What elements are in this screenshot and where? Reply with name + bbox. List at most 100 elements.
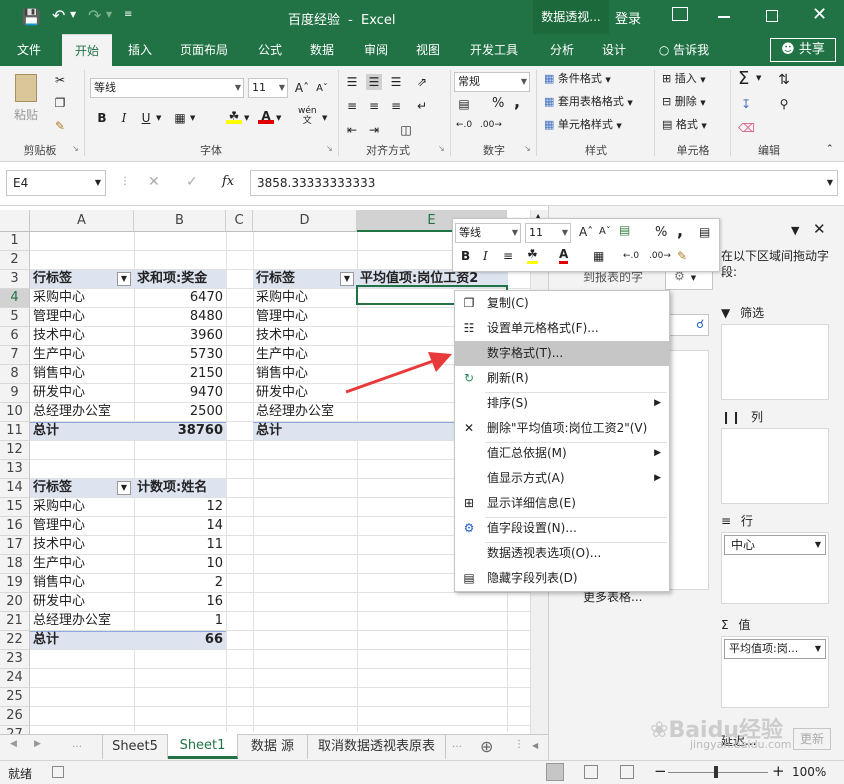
font-color-icon[interactable]: A [559,247,569,264]
pivot-value-cell[interactable]: 10 [134,555,226,574]
pivot-row-label[interactable]: 生产中心 [30,555,134,574]
pivot-value-cell[interactable]: 14 [134,517,226,536]
context-menu-item[interactable]: 值汇总依据(M) ▶ [455,441,669,466]
row-header[interactable]: 12 [0,441,30,460]
row-header[interactable]: 24 [0,669,30,688]
row-header[interactable]: 6 [0,327,30,346]
update-button[interactable]: 更新 [793,728,831,750]
autosum-icon[interactable]: Σ [738,68,749,89]
font-name-combo[interactable]: 等线 ▼ [90,78,244,98]
row-header[interactable]: 19 [0,574,30,593]
accounting-format-icon[interactable]: ▤ [619,223,630,237]
font-color-dropdown-icon[interactable]: ▼ [276,114,281,122]
align-center-icon[interactable]: ≡ [366,98,382,114]
pivot-total-label[interactable]: 总计 [30,631,134,650]
autosum-dropdown-icon[interactable]: ▼ [756,74,761,82]
phonetic-guide-button[interactable]: wén 文 [298,106,317,126]
italic-button[interactable]: I [116,110,132,126]
expand-formula-bar-icon[interactable]: ▼ [827,171,833,195]
column-header[interactable]: D [253,210,357,232]
row-header[interactable]: 11 [0,422,30,441]
number-launcher-icon[interactable]: ↘ [524,144,531,153]
comma-button[interactable]: , [514,92,520,111]
pivot-value-cell[interactable]: 2 [134,574,226,593]
number-format-combo[interactable]: 常规 ▼ [454,72,530,92]
pivot-total-value[interactable]: 38760 [134,422,226,441]
pivot-total-label[interactable]: 总计 [30,422,134,441]
row-header[interactable]: 3 [0,270,30,289]
sheet-tab-active[interactable]: Sheet1 [168,734,238,759]
increase-indent-icon[interactable]: ⇥ [366,122,382,138]
zoom-slider[interactable] [668,766,768,778]
zoom-out-icon[interactable]: − [654,762,667,780]
phonetic-dropdown-icon[interactable]: ▼ [322,114,327,122]
pivot-value-cell[interactable]: 12 [134,498,226,517]
conditional-formatting-button[interactable]: ▦ 条件格式 ▼ [544,70,611,89]
filters-drop-area[interactable] [721,324,829,400]
pivot-row-label[interactable]: 采购中心 [30,289,134,308]
font-size-combo[interactable]: 11 ▼ [248,78,288,98]
increase-decimal-icon[interactable]: ←.0 [456,120,472,130]
sheet-tab[interactable]: Sheet5 [102,735,168,759]
columns-drop-area[interactable] [721,428,829,504]
row-header[interactable]: 20 [0,593,30,612]
zoom-level[interactable]: 100% [792,765,826,779]
tab-developer[interactable]: 开发工具 [462,34,526,66]
find-select-icon[interactable]: ⚲ [776,96,792,112]
pivot-row-label[interactable]: 采购中心 [253,289,357,308]
pivot-value-cell[interactable]: 8480 [134,308,226,327]
pivot-row-label[interactable]: 技术中心 [30,536,134,555]
fill-down-icon[interactable]: ↧ [738,96,754,112]
more-sheets-icon[interactable]: … [452,739,462,750]
pivot-value-header[interactable]: 求和项:奖金 [134,270,226,289]
align-center-icon[interactable]: ≡ [503,249,513,263]
context-menu-item[interactable]: 数字格式(T)... [455,341,669,366]
tab-formulas[interactable]: 公式 [250,34,290,66]
row-header[interactable]: 1 [0,232,30,251]
context-menu-item[interactable]: ✕ 删除"平均值项:岗位工资2"(V) [455,416,669,441]
decrease-indent-icon[interactable]: ⇤ [344,122,360,138]
pivot-row-label[interactable]: 总经理办公室 [30,403,134,422]
column-header[interactable]: C [226,210,253,232]
delete-cells-button[interactable]: ⊟ 删除 ▼ [662,93,706,112]
ribbon-display-options-icon[interactable] [672,7,688,21]
insert-cells-button[interactable]: ⊞ 插入 ▼ [662,70,706,89]
filter-dropdown-icon[interactable]: ▼ [117,272,131,286]
context-menu-item[interactable]: 值显示方式(A) ▶ [455,466,669,491]
grow-font-icon[interactable]: Aˆ [294,80,310,96]
cancel-entry-icon[interactable]: ✕ [148,174,160,190]
pivot-value-cell[interactable]: 1 [134,612,226,631]
row-header[interactable]: 16 [0,517,30,536]
pivot-row-label[interactable]: 技术中心 [30,327,134,346]
mini-font-combo[interactable]: 等线 ▼ [455,223,521,243]
tab-data[interactable]: 数据 [302,34,342,66]
insert-function-icon[interactable]: fx [222,174,234,189]
pivot-row-label[interactable]: 总经理办公室 [30,612,134,631]
row-header[interactable]: 10 [0,403,30,422]
font-color-icon[interactable]: A [258,108,274,124]
pivot-total-label[interactable]: 总计 [253,422,357,441]
maximize-icon[interactable] [766,10,778,22]
sort-filter-icon[interactable]: ⇅ [776,72,792,88]
row-header[interactable]: 4 [0,289,30,308]
fill-color-icon[interactable]: ☘ [226,108,242,124]
borders-dropdown-icon[interactable]: ▼ [190,114,195,122]
zoom-slider-thumb[interactable] [714,766,718,778]
confirm-entry-icon[interactable]: ✓ [186,174,198,190]
row-header[interactable]: 2 [0,251,30,270]
pivot-row-label[interactable]: 研发中心 [30,384,134,403]
alignment-launcher-icon[interactable]: ↘ [438,144,445,153]
save-icon[interactable]: 💾 [22,8,41,26]
row-header[interactable]: 22 [0,631,30,650]
tab-view[interactable]: 视图 [408,34,448,66]
align-bottom-icon[interactable]: ☰ [388,74,404,90]
pivot-row-label[interactable]: 生产中心 [30,346,134,365]
cell-styles-button[interactable]: ▦ 单元格样式 ▼ [544,116,622,135]
tab-analyze[interactable]: 分析 [540,34,584,66]
borders-icon[interactable]: ▦ [593,249,604,263]
tab-design[interactable]: 设计 [592,34,636,66]
mini-bold-button[interactable]: B [461,249,470,263]
paste-button[interactable]: 粘贴 [8,72,44,132]
pivot-row-label[interactable]: 采购中心 [30,498,134,517]
pivot-row-label[interactable]: 总经理办公室 [253,403,357,422]
